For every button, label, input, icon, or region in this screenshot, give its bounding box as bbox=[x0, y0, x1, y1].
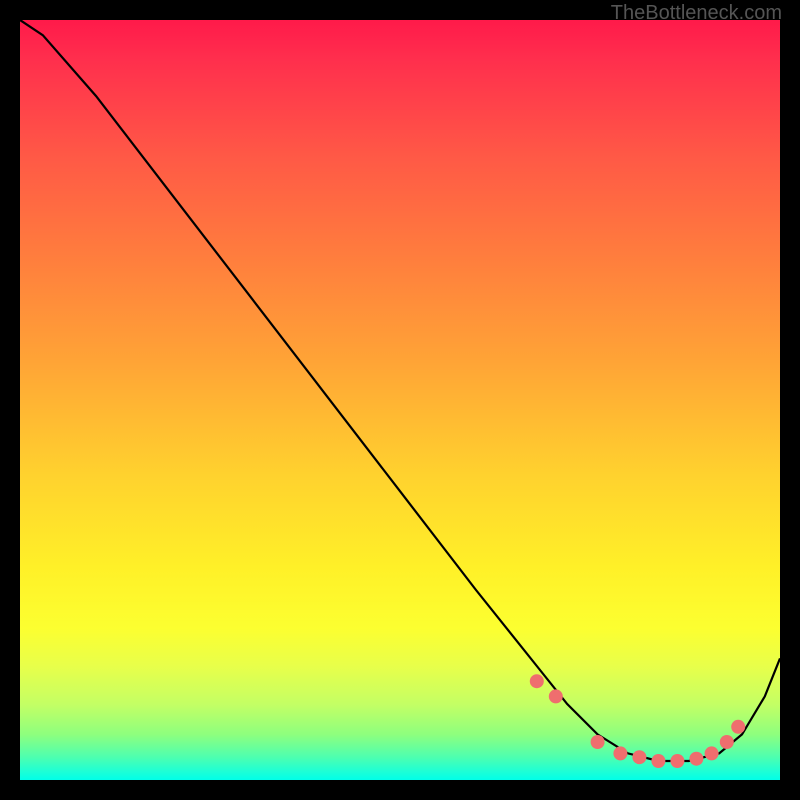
dot bbox=[591, 735, 605, 749]
dot bbox=[689, 752, 703, 766]
curve-line bbox=[20, 20, 780, 761]
dot bbox=[530, 674, 544, 688]
dot bbox=[613, 746, 627, 760]
dot bbox=[670, 754, 684, 768]
dot bbox=[705, 746, 719, 760]
plot-area bbox=[20, 20, 780, 780]
highlight-dots bbox=[530, 674, 745, 768]
chart-svg bbox=[20, 20, 780, 780]
dot bbox=[632, 750, 646, 764]
dot bbox=[549, 689, 563, 703]
dot bbox=[651, 754, 665, 768]
watermark-text: TheBottleneck.com bbox=[611, 2, 782, 25]
dot bbox=[731, 720, 745, 734]
dot bbox=[720, 735, 734, 749]
